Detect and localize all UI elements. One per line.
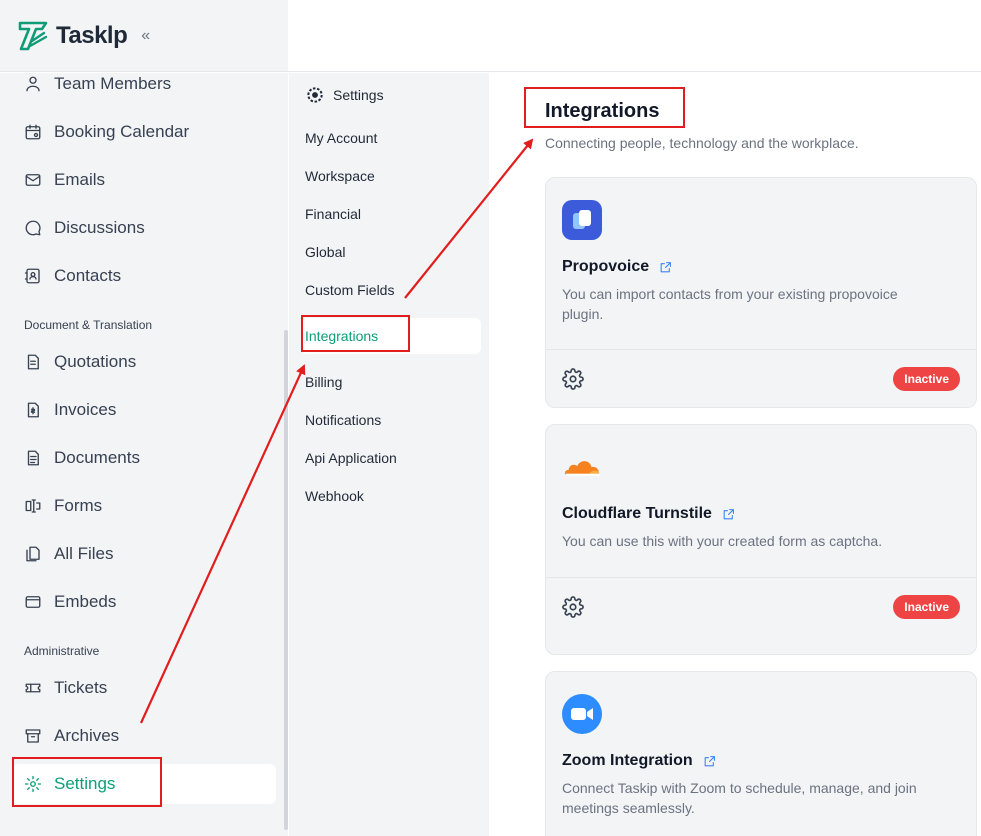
sidebar-item-documents[interactable]: Documents (12, 438, 276, 478)
user-icon (26, 76, 40, 92)
sidebar-scrollbar[interactable] (284, 330, 288, 830)
mail-icon (25, 174, 41, 186)
settings-nav-integrations[interactable]: Integrations (301, 318, 481, 354)
sidebar-item-all-files[interactable]: All Files (12, 534, 276, 574)
sidebar-item-discussions[interactable]: Discussions (12, 208, 276, 248)
sidebar-item-label: Tickets (54, 678, 108, 697)
contacts-icon (24, 268, 40, 284)
archive-icon (25, 729, 41, 743)
propovoice-icon (562, 200, 602, 240)
logo-icon (18, 21, 48, 50)
document-icon (27, 450, 39, 466)
collapse-sidebar-button[interactable]: « (141, 27, 150, 45)
settings-nav-header: Settings (305, 85, 384, 105)
integration-name: Propovoice (562, 258, 650, 275)
logo[interactable]: Tasklp (16, 19, 128, 53)
form-icon (25, 499, 41, 513)
sidebar-item-invoices[interactable]: Invoices (12, 390, 276, 430)
sidebar-item-team-members[interactable]: Team Members (12, 64, 276, 104)
integration-name: Zoom Integration (562, 752, 693, 769)
sidebar-item-label: Booking Calendar (54, 122, 190, 141)
sidebar-item-label: Settings (54, 774, 116, 793)
sidebar-item-label: Archives (54, 726, 120, 745)
gear-icon (562, 367, 584, 390)
settings-nav-billing[interactable]: Billing (301, 364, 481, 400)
files-icon (26, 546, 40, 562)
sidebar-item-label: Invoices (54, 400, 117, 419)
zoom-icon (562, 694, 602, 734)
sidebar-item-archives[interactable]: Archives (12, 716, 276, 756)
status-badge[interactable]: Inactive (893, 594, 960, 619)
top-header (288, 0, 981, 72)
sidebar-item-label: Quotations (54, 352, 137, 371)
sidebar-item-label: Embeds (54, 592, 117, 611)
integration-settings-button[interactable] (562, 367, 584, 390)
settings-nav-financial[interactable]: Financial (301, 196, 481, 232)
sidebar-item-label: Discussions (54, 218, 145, 237)
settings-nav: Settings My Account Workspace Financial … (289, 73, 489, 836)
integration-description: You can import contacts from your existi… (562, 286, 898, 322)
card-footer: Inactive (546, 349, 976, 407)
app-name: Tasklp (56, 21, 128, 49)
external-link-icon[interactable] (659, 261, 672, 274)
integration-name: Cloudflare Turnstile (562, 505, 712, 522)
calendar-icon (25, 124, 41, 140)
sidebar-item-quotations[interactable]: Quotations (12, 342, 276, 382)
sidebar-item-label: All Files (54, 544, 114, 563)
sidebar-item-contacts[interactable]: Contacts (12, 256, 276, 296)
integration-card-zoom-integration: Zoom Integration Connect Taskip with Zoo… (545, 671, 977, 836)
status-badge[interactable]: Inactive (893, 366, 960, 391)
cloudflare-icon (562, 447, 602, 487)
sidebar-item-settings[interactable]: Settings (12, 764, 276, 804)
integration-card-propovoice: Propovoice You can import contacts from … (545, 177, 977, 408)
sidebar-item-embeds[interactable]: Embeds (12, 582, 276, 622)
sidebar-item-label: Documents (54, 448, 140, 467)
ticket-icon (25, 683, 41, 693)
integration-card-cloudflare-turnstile: Cloudflare Turnstile You can use this wi… (545, 424, 977, 655)
integration-settings-button[interactable] (562, 595, 584, 618)
embed-icon (25, 596, 41, 608)
sidebar: Team Members Booking Calendar Emails Dis… (0, 73, 288, 836)
integration-description: You can use this with your created form … (562, 533, 883, 549)
settings-nav-webhook[interactable]: Webhook (301, 478, 481, 514)
sidebar-item-forms[interactable]: Forms (12, 486, 276, 526)
sidebar-item-label: Team Members (54, 74, 172, 93)
page-subtitle: Connecting people, technology and the wo… (545, 135, 859, 151)
card-footer: Inactive (546, 577, 976, 635)
settings-nav-workspace[interactable]: Workspace (301, 158, 481, 194)
integration-description: Connect Taskip with Zoom to schedule, ma… (562, 780, 917, 816)
section-document-translation: Document & Translation (24, 318, 153, 332)
main-content: Integrations Connecting people, technolo… (489, 73, 981, 836)
invoice-icon (27, 402, 39, 418)
sidebar-item-tickets[interactable]: Tickets (12, 668, 276, 708)
settings-nav-title: Settings (333, 87, 384, 103)
section-administrative: Administrative (24, 644, 100, 658)
brand-bar: Tasklp « (0, 0, 288, 72)
gear-icon (24, 775, 42, 793)
external-link-icon[interactable] (722, 508, 735, 521)
sidebar-item-emails[interactable]: Emails (12, 160, 276, 200)
external-link-icon[interactable] (703, 755, 716, 768)
settings-nav-global[interactable]: Global (301, 234, 481, 270)
sidebar-item-booking-calendar[interactable]: Booking Calendar (12, 112, 276, 152)
settings-nav-api-application[interactable]: Api Application (301, 440, 481, 476)
sidebar-item-label: Forms (54, 496, 103, 515)
settings-nav-custom-fields[interactable]: Custom Fields (301, 272, 481, 308)
gear-icon (562, 595, 584, 618)
sidebar-item-label: Emails (54, 170, 106, 189)
settings-nav-my-account[interactable]: My Account (301, 120, 481, 156)
settings-nav-notifications[interactable]: Notifications (301, 402, 481, 438)
gear-icon (307, 87, 323, 103)
sidebar-item-label: Contacts (54, 266, 122, 285)
chat-icon (25, 220, 41, 236)
page-title: Integrations (545, 100, 660, 122)
quotation-icon (27, 354, 39, 370)
